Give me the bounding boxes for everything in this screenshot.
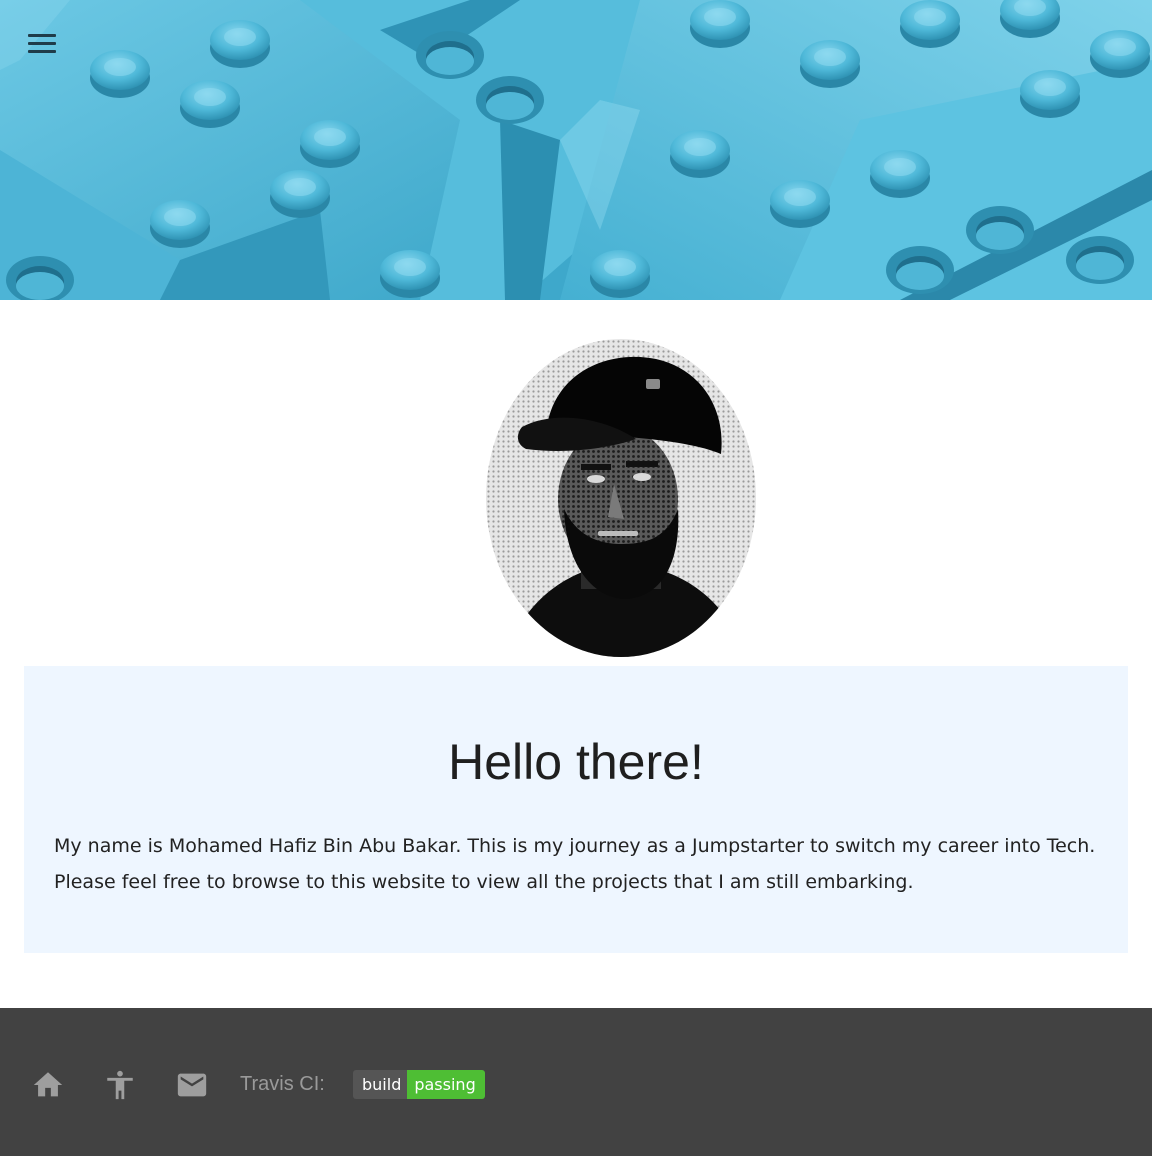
- profile-avatar: [486, 339, 756, 657]
- accessibility-link[interactable]: [103, 1068, 137, 1102]
- badge-status: passing: [407, 1070, 485, 1099]
- home-icon: [33, 1072, 63, 1097]
- hero-banner: [0, 0, 1152, 300]
- intro-text: My name is Mohamed Hafiz Bin Abu Bakar. …: [54, 835, 1096, 893]
- accessibility-icon: [107, 1070, 133, 1100]
- hero-bricks-image: [0, 0, 1152, 300]
- mail-icon: [177, 1073, 207, 1097]
- intro-title: Hello there!: [448, 734, 704, 790]
- hamburger-menu-button[interactable]: [20, 26, 64, 62]
- footer: [0, 1008, 1152, 1156]
- travis-ci-label: Travis CI:: [240, 1073, 325, 1095]
- home-link[interactable]: [31, 1068, 65, 1102]
- badge-label: build: [353, 1070, 408, 1099]
- mail-link[interactable]: [175, 1068, 209, 1102]
- intro-card: [24, 666, 1128, 953]
- build-status-badge[interactable]: build passing: [353, 1070, 485, 1099]
